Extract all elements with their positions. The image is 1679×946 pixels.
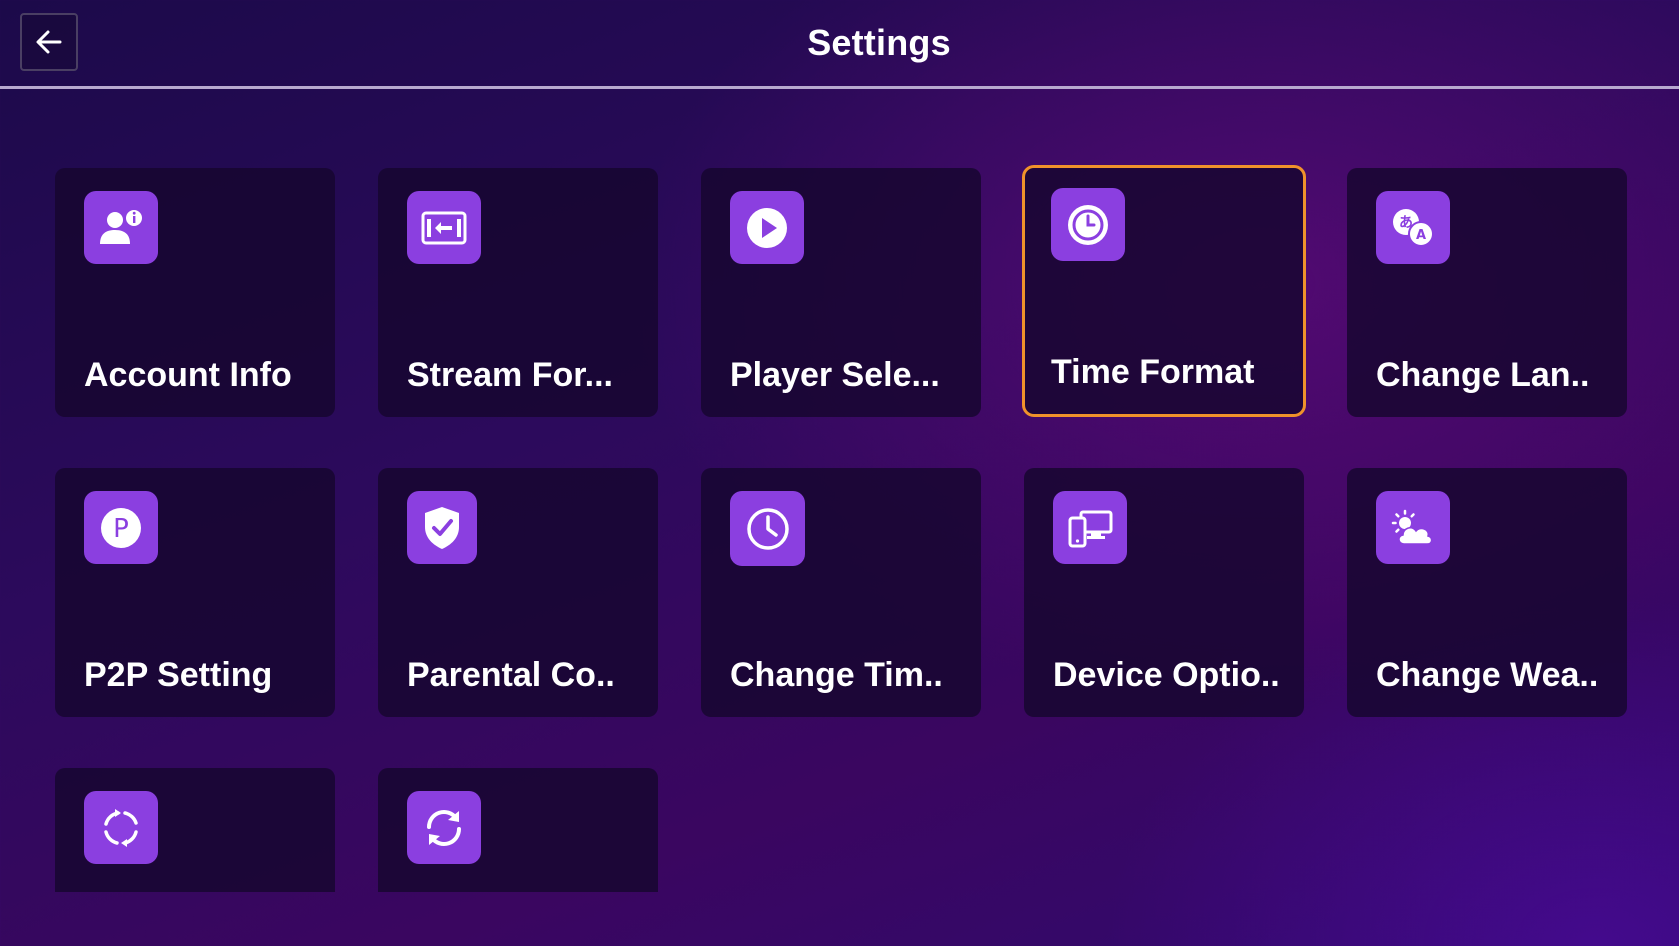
tile-label: Parental Co.. — [407, 656, 615, 694]
account-info-icon — [84, 191, 158, 264]
header-divider — [0, 86, 1679, 89]
tile-label: Change Lan.. — [1376, 356, 1590, 394]
tile-label: Device Optio.. — [1053, 656, 1280, 694]
tile-time-format[interactable]: Time Format — [1022, 165, 1306, 417]
page-title: Settings — [807, 22, 951, 63]
weather-icon — [1376, 491, 1450, 564]
tile-stream-format[interactable]: Stream For... — [378, 168, 658, 417]
translate-icon: あ A — [1376, 191, 1450, 264]
tile-sync[interactable] — [378, 768, 658, 892]
sync-icon — [407, 791, 481, 864]
tile-change-language[interactable]: あ A Change Lan.. — [1347, 168, 1627, 417]
clock-icon — [1051, 188, 1125, 261]
svg-text:P: P — [113, 514, 129, 544]
p2p-icon: P — [84, 491, 158, 564]
tile-label: Change Wea.. — [1376, 656, 1599, 694]
tile-change-time[interactable]: Change Tim.. — [701, 468, 981, 717]
svg-text:A: A — [1416, 228, 1426, 243]
devices-icon — [1053, 491, 1127, 564]
tile-label: Change Tim.. — [730, 656, 943, 694]
clock-outline-icon — [730, 491, 805, 566]
tile-player-selection[interactable]: Player Sele... — [701, 168, 981, 417]
tile-change-weather[interactable]: Change Wea.. — [1347, 468, 1627, 717]
shield-check-icon — [407, 491, 477, 564]
stream-format-icon — [407, 191, 481, 264]
tile-parental-control[interactable]: Parental Co.. — [378, 468, 658, 717]
tile-label: Player Sele... — [730, 356, 940, 394]
tile-label: P2P Setting — [84, 656, 273, 694]
tile-account-info[interactable]: Account Info — [55, 168, 335, 417]
tile-device-options[interactable]: Device Optio.. — [1024, 468, 1304, 717]
play-icon — [730, 191, 804, 264]
tile-label: Time Format — [1051, 353, 1255, 391]
tile-refresh[interactable] — [55, 768, 335, 892]
refresh-dashed-icon — [84, 791, 158, 864]
tile-p2p-setting[interactable]: P P2P Setting — [55, 468, 335, 717]
header: Settings — [0, 0, 1679, 89]
tile-label: Stream For... — [407, 356, 613, 394]
tile-label: Account Info — [84, 356, 292, 394]
